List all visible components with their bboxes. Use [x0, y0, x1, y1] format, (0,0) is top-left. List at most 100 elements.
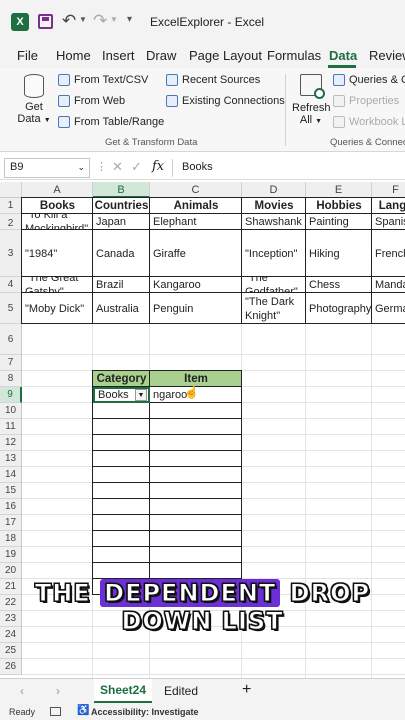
row-header-9[interactable]: 9: [0, 387, 22, 403]
row-header-17[interactable]: 17: [0, 515, 22, 531]
get-data-button[interactable]: Get Data ▼: [15, 72, 53, 132]
cell-c5[interactable]: Penguin: [150, 293, 242, 324]
row-header-6[interactable]: 6: [0, 324, 22, 355]
macro-record-icon[interactable]: [50, 707, 61, 716]
column-header-e[interactable]: E: [306, 182, 372, 198]
redo-dropdown-icon[interactable]: ▼: [110, 15, 118, 24]
prev-sheet-icon[interactable]: ‹: [20, 684, 24, 698]
status-accessibility[interactable]: Accessibility: Investigate: [91, 707, 199, 717]
undo-dropdown-icon[interactable]: ▼: [79, 15, 87, 24]
row-header-13[interactable]: 13: [0, 451, 22, 467]
row-header-14[interactable]: 14: [0, 467, 22, 483]
cell-c1[interactable]: Animals: [150, 198, 242, 214]
cell-d4[interactable]: "The Godfather": [242, 277, 306, 293]
cell-e4[interactable]: Chess: [306, 277, 372, 293]
row-header-15[interactable]: 15: [0, 483, 22, 499]
cell-c4[interactable]: Kangaroo: [150, 277, 242, 293]
refresh-all-button[interactable]: Refresh All ▼: [292, 72, 331, 132]
row-header-18[interactable]: 18: [0, 531, 22, 547]
column-header-c[interactable]: C: [150, 182, 242, 198]
cell-b2[interactable]: Japan: [93, 214, 150, 230]
cell-c2[interactable]: Elephant: [150, 214, 242, 230]
column-header-a[interactable]: A: [22, 182, 93, 198]
cell-f4[interactable]: Manda: [372, 277, 405, 293]
row-header-5[interactable]: 5: [0, 293, 22, 324]
menu-formulas[interactable]: Formulas: [267, 48, 321, 63]
dropdown-arrow-icon[interactable]: ▼: [135, 389, 147, 401]
undo-icon[interactable]: ↶: [62, 11, 76, 31]
menu-review[interactable]: Review: [369, 48, 405, 63]
cell-f5[interactable]: Germa: [372, 293, 405, 324]
from-web-button[interactable]: From Web: [58, 95, 125, 107]
cell-a5[interactable]: "Moby Dick": [22, 293, 93, 324]
save-icon[interactable]: [38, 14, 53, 29]
menu-insert[interactable]: Insert: [102, 48, 135, 63]
row-header-11[interactable]: 11: [0, 419, 22, 435]
row-header-3[interactable]: 3: [0, 230, 22, 277]
cell-e3[interactable]: Hiking: [306, 230, 372, 277]
properties-button[interactable]: Properties: [333, 95, 399, 107]
connections-icon: [166, 95, 178, 107]
accessibility-icon: ♿: [77, 705, 90, 716]
menu-page-layout[interactable]: Page Layout: [189, 48, 262, 63]
row-header-8[interactable]: 8: [0, 371, 22, 387]
cell-e2[interactable]: Painting: [306, 214, 372, 230]
name-box[interactable]: B9 ⌄: [4, 158, 90, 178]
cat-border-h: [92, 418, 242, 419]
redo-icon[interactable]: ↷: [93, 11, 107, 31]
insert-function-icon[interactable]: fx: [152, 159, 164, 174]
menu-data[interactable]: Data: [329, 48, 357, 63]
cell-f2[interactable]: Spanis: [372, 214, 405, 230]
cell-c3[interactable]: Giraffe: [150, 230, 242, 277]
column-header-f[interactable]: F: [372, 182, 405, 198]
formula-input[interactable]: Books: [182, 161, 213, 173]
cell-d2[interactable]: "The Shawshank Redemption": [242, 214, 306, 230]
enter-icon[interactable]: ✓: [131, 159, 142, 175]
row-header-25[interactable]: 25: [0, 643, 22, 659]
cell-b4[interactable]: Brazil: [93, 277, 150, 293]
row-header-4[interactable]: 4: [0, 277, 22, 293]
cell-b1[interactable]: Countries: [93, 198, 150, 214]
row-header-16[interactable]: 16: [0, 499, 22, 515]
column-header-b[interactable]: B: [93, 182, 150, 198]
from-table-range-button[interactable]: From Table/Range: [58, 116, 164, 128]
cell-f3[interactable]: French: [372, 230, 405, 277]
cell-a2[interactable]: "To Kill a Mockingbird": [22, 214, 93, 230]
existing-connections-button[interactable]: Existing Connections: [166, 95, 285, 107]
select-all-corner[interactable]: [0, 182, 22, 198]
menu-home[interactable]: Home: [56, 48, 91, 63]
sheet-tab-edited[interactable]: Edited: [164, 684, 198, 698]
row-header-20[interactable]: 20: [0, 563, 22, 579]
menu-file[interactable]: File: [17, 48, 38, 63]
cell-d3[interactable]: "Inception": [242, 230, 306, 277]
cell-d1[interactable]: Movies: [242, 198, 306, 214]
sheet-tab-active[interactable]: Sheet24: [94, 679, 152, 703]
row-header-1[interactable]: 1: [0, 198, 22, 214]
queries-connections-button[interactable]: Queries & Co: [333, 74, 405, 86]
column-header-d[interactable]: D: [242, 182, 306, 198]
cell-e5[interactable]: Photography: [306, 293, 372, 324]
workbook-links-button[interactable]: Workbook Li: [333, 116, 405, 128]
menu-draw[interactable]: Draw: [146, 48, 176, 63]
cell-a1[interactable]: Books: [22, 198, 93, 214]
row-header-7[interactable]: 7: [0, 355, 22, 371]
row-header-10[interactable]: 10: [0, 403, 22, 419]
cell-e1[interactable]: Hobbies: [306, 198, 372, 214]
recent-sources-button[interactable]: Recent Sources: [166, 74, 260, 86]
cell-b8[interactable]: Category: [93, 371, 150, 387]
cancel-icon[interactable]: ✕: [112, 159, 123, 175]
row-header-2[interactable]: 2: [0, 214, 22, 230]
from-text-csv-button[interactable]: From Text/CSV: [58, 74, 148, 86]
cell-b3[interactable]: Canada: [93, 230, 150, 277]
cell-b5[interactable]: Australia: [93, 293, 150, 324]
cell-a3[interactable]: "1984": [22, 230, 93, 277]
cell-f1[interactable]: Langu: [372, 198, 405, 214]
next-sheet-icon[interactable]: ›: [56, 684, 60, 698]
customize-toolbar-icon[interactable]: ▾: [127, 14, 132, 25]
add-sheet-button[interactable]: +: [242, 681, 251, 699]
row-header-12[interactable]: 12: [0, 435, 22, 451]
row-header-26[interactable]: 26: [0, 659, 22, 675]
cell-a4[interactable]: "The Great Gatsby": [22, 277, 93, 293]
row-header-19[interactable]: 19: [0, 547, 22, 563]
cell-d5[interactable]: "The Dark Knight": [242, 293, 306, 324]
